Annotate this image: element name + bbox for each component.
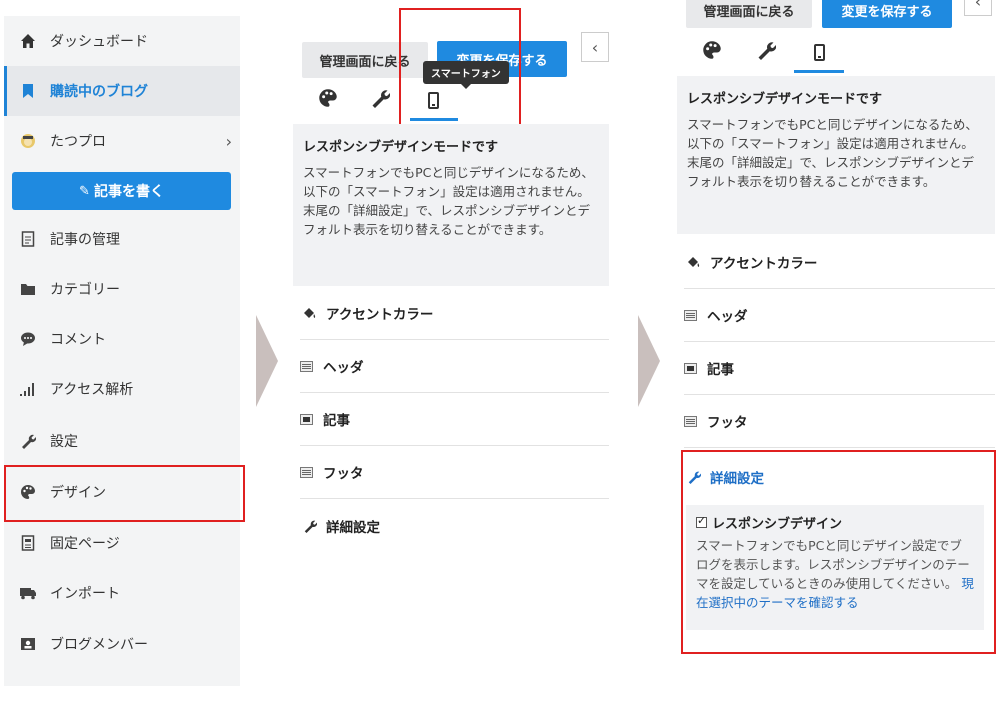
sidebar-item-blog[interactable]: たつプロ › (4, 116, 240, 166)
notice-text: スマートフォンでもPCと同じデザインになるため、以下の「スマートフォン」設定は適… (687, 117, 978, 189)
back-to-admin-button[interactable]: 管理画面に戻る (686, 0, 812, 28)
smartphone-tab-highlight-box (399, 8, 521, 129)
members-icon (18, 634, 38, 654)
document-icon (18, 229, 38, 249)
tab-smartphone[interactable] (805, 38, 833, 66)
sidebar-item-article-management[interactable]: 記事の管理 (4, 214, 240, 264)
palette-icon (702, 40, 722, 65)
section-accent-color[interactable]: アクセントカラー (684, 236, 995, 289)
sidebar-item-label: ブログメンバー (50, 637, 148, 653)
tab-customize[interactable] (366, 86, 394, 114)
sidebar-item-blog-members[interactable]: ブログメンバー (4, 619, 240, 669)
sidebar-item-label: ダッシュボード (50, 34, 148, 50)
section-article[interactable]: 記事 (300, 393, 609, 446)
tab-customize[interactable] (752, 38, 780, 66)
article-layout-icon (300, 413, 313, 425)
advanced-settings-highlight-box (681, 450, 996, 654)
responsive-mode-notice: レスポンシブデザインモードです スマートフォンでもPCと同じデザインになるため、… (677, 76, 995, 234)
section-footer[interactable]: フッタ (684, 395, 995, 448)
footer-layout-icon (684, 415, 697, 427)
footer-layout-icon (300, 466, 313, 478)
sidebar-item-label: インポート (50, 586, 120, 602)
tab-design-palette[interactable] (314, 86, 342, 114)
responsive-mode-notice: レスポンシブデザインモードです スマートフォンでもPCと同じデザインになるため、… (293, 124, 609, 286)
sidebar-item-dashboard[interactable]: ダッシュボード (4, 16, 240, 66)
sidebar-item-label: 購読中のブログ (50, 84, 148, 100)
tab-design-palette[interactable] (698, 38, 726, 66)
wrench-icon (300, 519, 320, 533)
sidebar-item-import[interactable]: インポート (4, 568, 240, 618)
design-highlight-box (4, 465, 245, 522)
section-footer[interactable]: フッタ (300, 446, 609, 499)
notice-title: レスポンシブデザインモードです (303, 140, 499, 155)
header-layout-icon (300, 360, 313, 372)
sidebar-item-label: 記事の管理 (50, 232, 120, 248)
bookmark-icon (18, 81, 38, 101)
home-icon (18, 31, 38, 51)
step-arrow-icon (638, 315, 660, 407)
chevron-right-icon: › (225, 131, 232, 151)
collapse-panel-button[interactable]: ‹ (581, 32, 609, 62)
section-header[interactable]: ヘッダ (684, 289, 995, 342)
sidebar-item-category[interactable]: カテゴリー (4, 264, 240, 314)
paint-bucket-icon (300, 306, 320, 320)
notice-title: レスポンシブデザインモードです (687, 92, 883, 107)
edit-icon: ✎ (79, 183, 90, 199)
sidebar-item-label: コメント (50, 332, 106, 348)
sidebar-item-comment[interactable]: コメント (4, 314, 240, 364)
folder-icon (18, 279, 38, 299)
header-layout-icon (684, 309, 697, 321)
section-article[interactable]: 記事 (684, 342, 995, 395)
wrench-icon (18, 431, 38, 451)
wrench-icon (756, 40, 777, 65)
paint-bucket-icon (684, 255, 704, 269)
wrench-icon (370, 88, 391, 113)
page-icon (18, 533, 38, 553)
blog-avatar-icon (18, 131, 38, 151)
sidebar-item-label: カテゴリー (50, 282, 120, 298)
section-header[interactable]: ヘッダ (300, 340, 609, 393)
sidebar-item-settings[interactable]: 設定 (4, 416, 240, 466)
sidebar-item-subscribed-blogs[interactable]: 購読中のブログ (4, 66, 240, 116)
chevron-left-icon: ‹ (591, 37, 599, 57)
sidebar-item-fixed-page[interactable]: 固定ページ (4, 518, 240, 568)
sidebar-item-label: 設定 (50, 434, 78, 450)
collapse-panel-button[interactable]: ‹ (964, 0, 992, 16)
write-article-button[interactable]: ✎ 記事を書く (12, 172, 231, 210)
sidebar-item-label: アクセス解析 (50, 382, 134, 398)
section-accent-color[interactable]: アクセントカラー (300, 287, 609, 340)
import-icon (18, 583, 38, 603)
smartphone-icon (813, 43, 825, 61)
bar-chart-icon (18, 379, 38, 399)
section-advanced-settings[interactable]: 詳細設定 (300, 499, 609, 552)
sidebar-item-label: 固定ページ (50, 536, 120, 552)
save-changes-button[interactable]: 変更を保存する (822, 0, 952, 28)
step-arrow-icon (256, 315, 278, 407)
comment-icon (18, 329, 38, 349)
sidebar-item-analytics[interactable]: アクセス解析 (4, 364, 240, 414)
admin-sidebar: ダッシュボード 購読中のブログ たつプロ › ✎ 記事を書く 記事の管理 カテゴ… (4, 16, 240, 686)
chevron-left-icon: ‹ (974, 0, 982, 11)
palette-icon (318, 88, 338, 113)
notice-text: スマートフォンでもPCと同じデザインになるため、以下の「スマートフォン」設定は適… (303, 165, 594, 237)
article-layout-icon (684, 362, 697, 374)
sidebar-item-label: たつプロ (50, 134, 106, 150)
active-tab-indicator (794, 70, 844, 73)
